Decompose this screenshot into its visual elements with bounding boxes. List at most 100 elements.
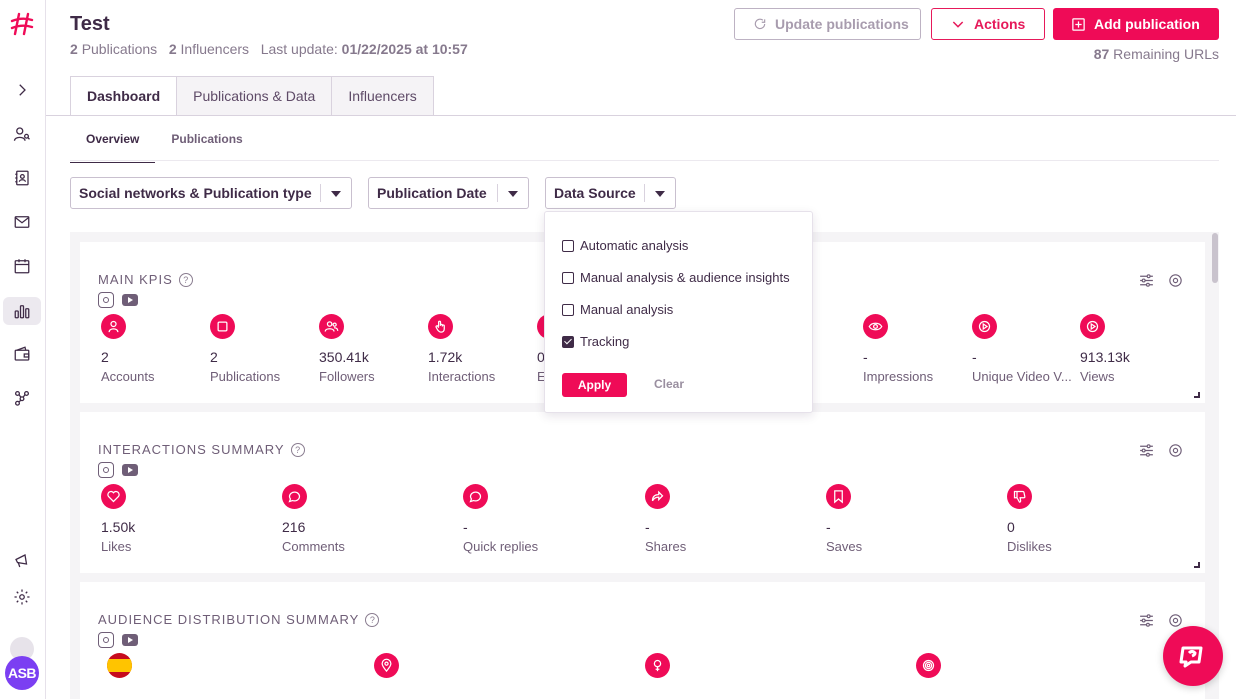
location-icon [374,653,399,678]
filter-data-source-label: Data Source [554,185,636,201]
add-publication-label: Add publication [1094,16,1200,32]
subtab-publications[interactable]: Publications [155,128,258,163]
apply-button[interactable]: Apply [562,373,627,397]
filter-publication-date[interactable]: Publication Date [368,177,529,209]
gear-icon[interactable] [1167,612,1184,629]
kpi-publications: 2 Publications [210,314,330,384]
option-label: Tracking [580,334,630,349]
quick-reply-icon [463,484,488,509]
main-tabs: Dashboard Publications & Data Influencer… [70,76,434,116]
kpi-value: - [972,349,977,365]
help-icon[interactable]: ? [290,442,305,457]
subtab-overview[interactable]: Overview [70,128,156,163]
filter-social-networks-label: Social networks & Publication type [79,185,312,201]
kpi-label: Impressions [863,369,934,384]
option-automatic-analysis[interactable]: Automatic analysis [562,238,688,253]
kpi-views: 913.13k Views [1080,314,1200,384]
kpi-label: Interactions [428,369,496,384]
publications-label: Publications [81,41,158,57]
kpi-dislikes: 0 Dislikes [1007,484,1127,554]
option-label: Manual analysis & audience insights [580,270,790,285]
calendar-icon[interactable] [10,254,34,278]
tab-influencers[interactable]: Influencers [332,76,434,116]
gear-icon[interactable] [10,585,34,609]
influencers-label: Influencers [180,41,250,57]
kpi-unique-video-views: - Unique Video V... [972,314,1072,384]
instagram-icon [98,462,114,478]
interactions-summary-card: INTERACTIONS SUMMARY ? 1.50k Likes 216 C… [80,412,1205,573]
clear-button[interactable]: Clear [654,377,684,391]
gear-icon[interactable] [1167,272,1184,289]
wallet-icon[interactable] [10,342,34,366]
kpi-followers: 350.41k Followers [319,314,439,384]
checkbox-checked[interactable] [562,335,574,348]
kpi-value: 216 [282,519,306,535]
influencers-count: 2 [168,41,177,57]
logo-icon[interactable] [9,11,35,37]
kpi-value: - [863,349,868,365]
youtube-icon [122,294,138,306]
option-tracking[interactable]: Tracking [562,334,629,349]
tab-publications-data[interactable]: Publications & Data [177,76,333,116]
remaining-count: 87 [1093,46,1110,62]
network-icons [98,292,138,308]
publications-count: 2 [70,41,78,57]
youtube-icon [122,634,138,646]
youtube-icon [122,464,138,476]
help-icon[interactable]: ? [365,612,380,627]
kpi-impressions: - Impressions [863,314,983,384]
resize-handle[interactable] [1194,392,1200,398]
contacts-icon[interactable] [10,166,34,190]
sliders-icon[interactable] [1138,612,1155,629]
resize-handle[interactable] [1194,562,1200,568]
user-search-icon[interactable] [10,122,34,146]
filter-separator [497,184,498,202]
card-tools [1138,272,1184,289]
card-title: INTERACTIONS SUMMARY ? [98,442,305,457]
mail-icon[interactable] [10,210,34,234]
help-icon[interactable]: ? [178,272,193,287]
filter-separator [644,184,645,202]
option-manual-analysis[interactable]: Manual analysis [562,302,673,317]
tab-dashboard[interactable]: Dashboard [70,76,178,116]
sliders-icon[interactable] [1138,442,1155,459]
kpi-saves: - Saves [826,484,946,554]
filter-social-networks[interactable]: Social networks & Publication type [70,177,352,209]
help-chat-button[interactable] [1163,626,1223,686]
kpi-shares: - Shares [645,484,765,554]
tab-divider [46,115,1236,116]
network-icons [98,632,138,648]
main-kpis-title: MAIN KPIS [98,272,173,287]
filter-data-source[interactable]: Data Source [545,177,676,209]
add-publication-button[interactable]: Add publication [1053,8,1219,40]
network-icon[interactable] [10,386,34,410]
share-icon [645,484,670,509]
checkbox[interactable] [562,303,574,316]
bar-chart-icon[interactable] [3,297,41,325]
thumbs-down-icon [1007,484,1032,509]
sliders-icon[interactable] [1138,272,1155,289]
kpi-label: Views [1080,369,1115,384]
megaphone-icon[interactable] [10,549,34,573]
bookmark-icon [826,484,851,509]
caret-down-icon [655,191,665,197]
checkbox[interactable] [562,239,574,252]
kpi-label: Dislikes [1007,539,1052,554]
actions-button[interactable]: Actions [931,8,1045,40]
chevron-down-icon [952,21,964,28]
avatar[interactable]: ASB [5,656,39,690]
followers-icon [319,314,344,339]
scrollbar[interactable] [1212,233,1218,283]
option-manual-analysis-audience[interactable]: Manual analysis & audience insights [562,270,790,285]
instagram-icon [98,632,114,648]
kpi-quick-replies: - Quick replies [463,484,583,554]
refresh-icon [754,18,766,30]
update-publications-button[interactable]: Update publications [734,8,921,40]
kpi-accounts: 2 Accounts [101,314,221,384]
hand-pointer-icon [428,314,453,339]
checkbox[interactable] [562,271,574,284]
gender-icon [645,653,670,678]
expand-icon[interactable] [10,78,34,102]
filter-separator [320,184,321,202]
gear-icon[interactable] [1167,442,1184,459]
